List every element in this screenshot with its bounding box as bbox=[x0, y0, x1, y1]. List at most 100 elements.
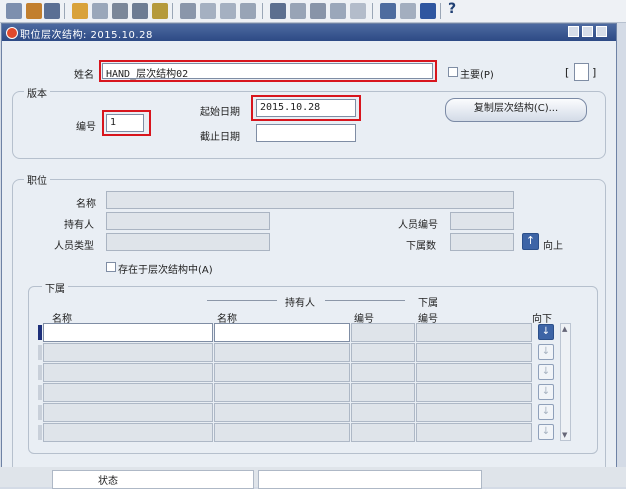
find-icon[interactable] bbox=[132, 3, 148, 19]
folder-icon[interactable] bbox=[310, 3, 326, 19]
window-title: 职位层次结构: 2015.10.28 bbox=[20, 30, 153, 41]
holder-name-cell[interactable] bbox=[214, 363, 350, 382]
help-icon[interactable]: ? bbox=[448, 1, 456, 17]
down-arrow-icon[interactable]: ↓ bbox=[538, 424, 554, 440]
holder-number-cell[interactable] bbox=[351, 403, 415, 422]
holder-name-cell[interactable] bbox=[214, 383, 350, 402]
exists-checkbox[interactable] bbox=[106, 262, 116, 272]
staff-type-field[interactable] bbox=[106, 233, 270, 251]
status-label: 状态 bbox=[98, 476, 118, 487]
clear-field-icon[interactable] bbox=[240, 3, 256, 19]
copy-icon[interactable] bbox=[200, 3, 216, 19]
sub-name-cell[interactable] bbox=[43, 323, 213, 342]
down-arrow-icon[interactable]: ↓ bbox=[538, 364, 554, 380]
attach-icon[interactable] bbox=[290, 3, 306, 19]
subordinates-count-field[interactable] bbox=[450, 233, 514, 251]
row-indicator[interactable] bbox=[38, 385, 42, 400]
sub-number-cell[interactable] bbox=[416, 343, 532, 362]
copy-hierarchy-button[interactable]: 复制层次结构(C)... bbox=[445, 98, 587, 122]
position-title: 职位 bbox=[24, 172, 50, 187]
sub-number-cell[interactable] bbox=[416, 403, 532, 422]
holder-column-group: 持有人 bbox=[285, 298, 315, 309]
window-titlebar: 职位层次结构: 2015.10.28 bbox=[2, 24, 616, 41]
highlight-name bbox=[99, 60, 437, 82]
holder-number-cell[interactable] bbox=[351, 363, 415, 382]
sub-number-cell[interactable] bbox=[416, 423, 532, 442]
highlight-number bbox=[102, 110, 151, 136]
staff-no-label: 人员编号 bbox=[398, 220, 438, 231]
down-arrow-icon[interactable]: ↓ bbox=[538, 344, 554, 360]
down-arrow-icon[interactable]: ↓ bbox=[538, 404, 554, 420]
clear-icon[interactable] bbox=[92, 3, 108, 19]
status-field-2 bbox=[258, 470, 482, 489]
exists-label: 存在于层次结构中(A) bbox=[118, 265, 213, 276]
holder-name-cell[interactable] bbox=[214, 403, 350, 422]
table-scrollbar[interactable]: ▲ ▼ bbox=[560, 323, 571, 441]
flex-field[interactable] bbox=[574, 63, 589, 81]
cut-icon[interactable] bbox=[180, 3, 196, 19]
sub-column-group: 下属 bbox=[418, 298, 438, 309]
sub-name-cell[interactable] bbox=[43, 363, 213, 382]
window-icon[interactable] bbox=[400, 3, 416, 19]
edit-icon[interactable] bbox=[270, 3, 286, 19]
toolbar: ? bbox=[0, 0, 626, 23]
holder-number-cell[interactable] bbox=[351, 343, 415, 362]
down-arrow-icon[interactable]: ↓ bbox=[538, 324, 554, 340]
row-indicator[interactable] bbox=[38, 345, 42, 360]
end-date-field[interactable] bbox=[256, 124, 356, 142]
col-down: 向下 bbox=[532, 314, 552, 325]
form-window: 职位层次结构: 2015.10.28 姓名 HAND_层次结构02 主要(P) … bbox=[1, 23, 617, 477]
undo-icon[interactable] bbox=[152, 3, 168, 19]
down-arrow-icon[interactable]: ↓ bbox=[538, 384, 554, 400]
paste-icon[interactable] bbox=[220, 3, 236, 19]
calendar-icon[interactable] bbox=[380, 3, 396, 19]
holder-number-cell[interactable] bbox=[351, 423, 415, 442]
refresh-icon[interactable] bbox=[44, 3, 60, 19]
holder-field[interactable] bbox=[106, 212, 270, 230]
globe-icon[interactable] bbox=[330, 3, 346, 19]
scroll-down-icon[interactable]: ▼ bbox=[562, 431, 567, 439]
start-date-label: 起始日期 bbox=[200, 107, 240, 118]
holder-header-line-left bbox=[207, 300, 277, 301]
print-icon[interactable] bbox=[72, 3, 88, 19]
sub-number-cell[interactable] bbox=[416, 323, 532, 342]
sub-name-cell[interactable] bbox=[43, 383, 213, 402]
exit-icon[interactable] bbox=[420, 3, 436, 19]
separator bbox=[440, 3, 441, 19]
sub-name-cell[interactable] bbox=[43, 403, 213, 422]
separator bbox=[64, 3, 65, 19]
position-name-field[interactable] bbox=[106, 191, 514, 209]
name-label: 姓名 bbox=[74, 70, 94, 81]
maximize-button[interactable] bbox=[582, 26, 593, 37]
minimize-button[interactable] bbox=[568, 26, 579, 37]
holder-label: 持有人 bbox=[64, 220, 94, 231]
bracket-close: ] bbox=[592, 66, 597, 79]
row-indicator[interactable] bbox=[38, 325, 42, 340]
holder-number-cell[interactable] bbox=[351, 383, 415, 402]
staff-no-field[interactable] bbox=[450, 212, 514, 230]
version-number-label: 编号 bbox=[76, 122, 96, 133]
subordinates-title: 下属 bbox=[42, 280, 68, 295]
sub-name-cell[interactable] bbox=[43, 423, 213, 442]
background-form: 状态 bbox=[0, 467, 626, 489]
staff-type-label: 人员类型 bbox=[54, 241, 94, 252]
nav-icon[interactable] bbox=[26, 3, 42, 19]
holder-name-cell[interactable] bbox=[214, 343, 350, 362]
holder-number-cell[interactable] bbox=[351, 323, 415, 342]
sub-number-cell[interactable] bbox=[416, 363, 532, 382]
sub-number-cell[interactable] bbox=[416, 383, 532, 402]
sub-name-cell[interactable] bbox=[43, 343, 213, 362]
row-indicator[interactable] bbox=[38, 405, 42, 420]
save-icon[interactable] bbox=[6, 3, 22, 19]
row-indicator[interactable] bbox=[38, 365, 42, 380]
primary-checkbox[interactable] bbox=[448, 67, 458, 77]
delete-icon[interactable] bbox=[112, 3, 128, 19]
link-icon[interactable] bbox=[350, 3, 366, 19]
oracle-icon bbox=[6, 27, 18, 39]
holder-name-cell[interactable] bbox=[214, 323, 350, 342]
up-arrow-button[interactable]: ↑ bbox=[522, 233, 539, 250]
close-button[interactable] bbox=[596, 26, 607, 37]
row-indicator[interactable] bbox=[38, 425, 42, 440]
scroll-up-icon[interactable]: ▲ bbox=[562, 325, 567, 333]
holder-name-cell[interactable] bbox=[214, 423, 350, 442]
